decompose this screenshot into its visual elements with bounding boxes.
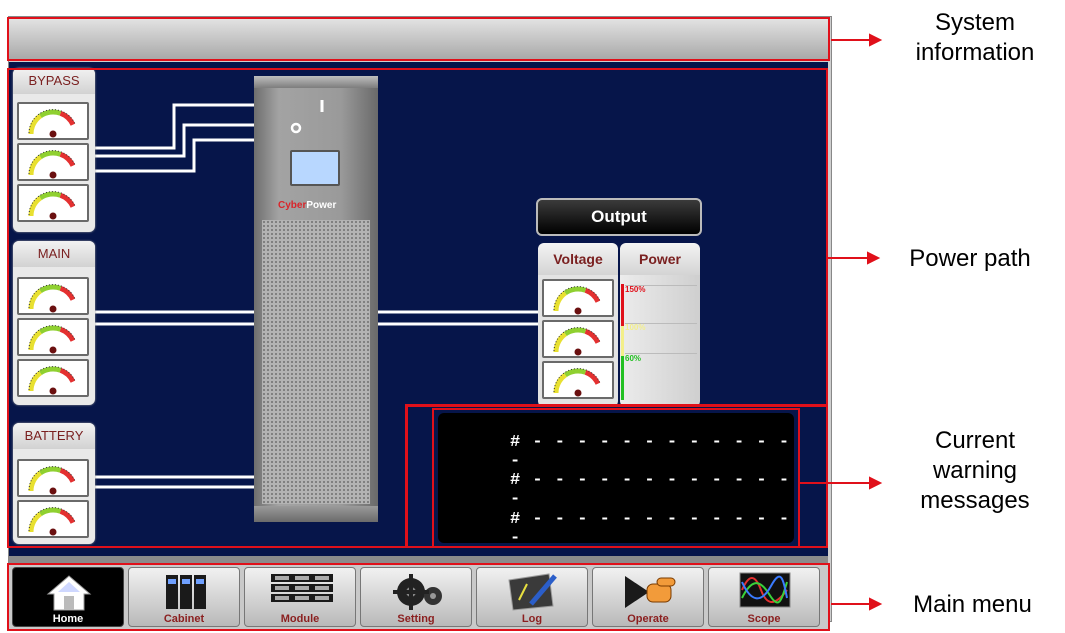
annotation-arrows — [800, 33, 883, 611]
annotation-power-path: Power path — [909, 245, 1031, 272]
annotation-main-menu: Main menu — [913, 591, 1032, 618]
annotation-current-warning: Current warning messages — [920, 427, 1030, 514]
annotation-system-information: System information — [915, 9, 1035, 66]
